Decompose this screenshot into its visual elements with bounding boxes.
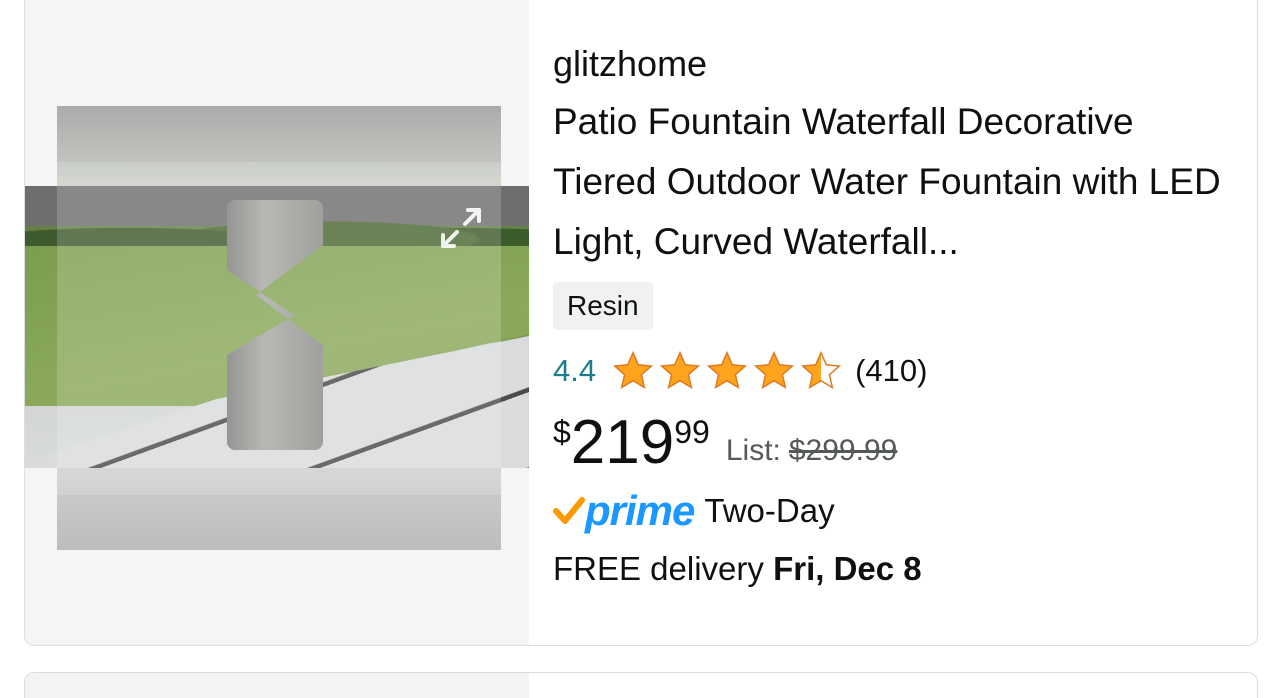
prime-shipping-label: Two-Day [704, 492, 835, 529]
product-image-area[interactable] [25, 0, 529, 645]
rating-value: 4.4 [553, 353, 597, 388]
search-results-page: glitzhome Patio Fountain Waterfall Decor… [0, 0, 1284, 698]
product-card[interactable]: glitzhome Patio Fountain Waterfall Decor… [24, 0, 1258, 646]
list-price-block: List: $299.99 [726, 434, 897, 468]
next-product-card[interactable] [24, 672, 1258, 698]
price-symbol: $ [553, 414, 571, 450]
brand-name: glitzhome [553, 43, 708, 84]
prime-logo: prime [553, 487, 695, 535]
star-icon-full [754, 350, 795, 390]
star-icon-full [707, 350, 748, 390]
list-label: List: [725, 434, 781, 467]
image-fade-top [57, 106, 501, 186]
expand-icon[interactable] [433, 200, 489, 256]
rating-row[interactable]: 4.4 (410) [553, 344, 1243, 398]
price-fraction: 99 [674, 414, 710, 450]
price-whole: 219 [570, 408, 675, 477]
material-tag: Resin [553, 282, 653, 330]
rating-count[interactable]: (410) [855, 353, 927, 389]
delivery-info: FREE delivery Fri, Dec 8 [553, 546, 1243, 592]
star-rating [610, 349, 845, 393]
star-icon-half [801, 350, 842, 390]
prime-row: prime Two-Day [553, 484, 1243, 538]
product-title[interactable]: Patio Fountain Waterfall Decorative Tier… [553, 92, 1243, 272]
delivery-date: Fri, Dec 8 [773, 550, 922, 587]
image-fade-bottom [57, 468, 501, 550]
prime-word: prime [585, 487, 695, 534]
star-icon-full [660, 350, 701, 390]
star-icon-full [613, 350, 654, 390]
next-product-image [25, 673, 529, 698]
delivery-prefix: FREE delivery [553, 550, 764, 587]
price-row: $ 219 99 List: $299.99 [553, 408, 1243, 478]
prime-check-icon [553, 497, 585, 524]
product-info: glitzhome Patio Fountain Waterfall Decor… [553, 40, 1243, 592]
list-price: $299.99 [788, 434, 898, 467]
